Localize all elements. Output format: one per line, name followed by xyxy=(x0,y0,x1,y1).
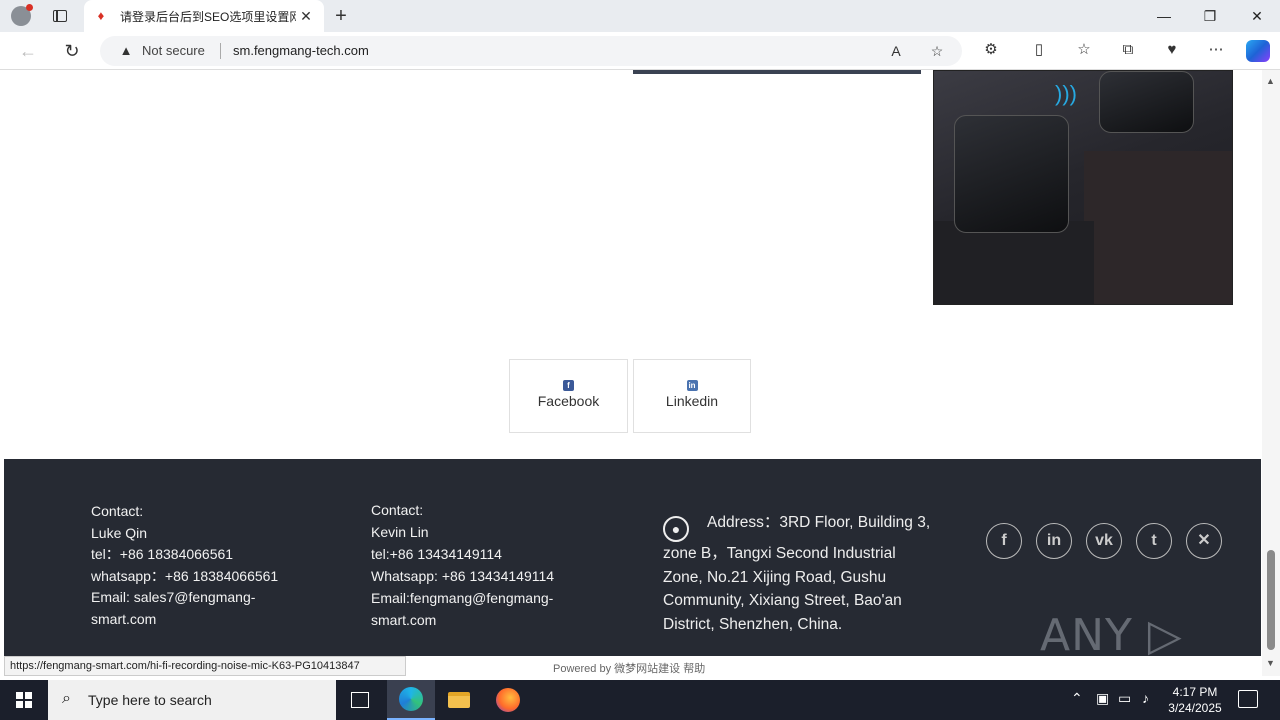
contact-email[interactable]: Email:fengmang@fengmang- xyxy=(371,587,554,609)
powered-link[interactable]: 微梦网站建设 xyxy=(614,663,680,675)
scroll-down-icon[interactable]: ▼ xyxy=(1266,658,1275,668)
firefox-taskbar-button[interactable] xyxy=(484,680,532,720)
restore-button[interactable]: ❐ xyxy=(1187,0,1233,32)
collections-icon[interactable]: ⧉ xyxy=(1117,39,1139,61)
extensions-icon[interactable]: ⚙ xyxy=(980,39,1002,61)
warning-icon[interactable]: ▲ xyxy=(118,43,134,58)
minimize-button[interactable]: — xyxy=(1141,0,1187,32)
network-icon[interactable]: ▭ xyxy=(1118,690,1131,707)
favorites-icon[interactable]: ☆ xyxy=(1073,39,1095,61)
windows-icon xyxy=(16,692,32,708)
product-image[interactable]: ))) xyxy=(933,70,1233,305)
chevron-up-icon[interactable]: ⌃ xyxy=(1071,690,1083,707)
split-screen-icon[interactable]: ▯ xyxy=(1028,39,1050,61)
image-bottom-edge xyxy=(633,70,921,74)
profile-icon[interactable] xyxy=(8,4,34,28)
page-viewport: ))) f Facebook in Linkedin Contact: Luke… xyxy=(0,70,1262,656)
vk-icon[interactable]: vk xyxy=(1086,523,1122,559)
address-block: ● Address：3RD Floor, Building 3, zone B，T… xyxy=(663,511,933,636)
divider xyxy=(220,43,221,59)
contact-whatsapp: whatsapp：+86 18384066561 xyxy=(91,567,279,584)
favicon-icon: ♦ xyxy=(97,8,105,23)
anyrun-watermark: ANY ▷ RUN xyxy=(1040,610,1183,656)
wifi-icon: ))) xyxy=(1055,81,1077,106)
browser-tab[interactable]: ♦ 请登录后台后到SEO选项里设置网 ✕ xyxy=(84,0,324,32)
not-secure-label[interactable]: Not secure xyxy=(142,43,205,58)
url-text[interactable]: sm.fengmang-tech.com xyxy=(233,43,369,58)
linkedin-icon[interactable]: in xyxy=(1036,523,1072,559)
back-button[interactable]: ← xyxy=(14,38,42,64)
refresh-button[interactable]: ↻ xyxy=(58,38,86,64)
linkedin-icon: in xyxy=(686,380,698,391)
tab-bar: ♦ 请登录后台后到SEO选项里设置网 ✕ + — ❐ ✕ xyxy=(0,0,1280,32)
contact-name: Luke Qin xyxy=(91,524,148,541)
edge-taskbar-button[interactable] xyxy=(387,680,435,720)
task-view-icon xyxy=(351,692,369,708)
task-view-button[interactable] xyxy=(336,680,384,720)
linkedin-share-button[interactable]: in Linkedin xyxy=(633,359,751,433)
contact-label: Contact: xyxy=(371,502,424,518)
firefox-icon xyxy=(496,688,520,712)
address-bar-row: ← ↻ ▲ Not secure sm.fengmang-tech.com A … xyxy=(0,32,1280,70)
contact-tel: tel：+86 18384066561 xyxy=(91,546,234,562)
notification-icon[interactable] xyxy=(1238,690,1258,708)
search-icon: ⌕ xyxy=(62,690,71,707)
read-aloud-icon[interactable]: A xyxy=(886,41,906,61)
volume-icon[interactable]: ♪ xyxy=(1142,690,1149,706)
contact-email-cont[interactable]: smart.com xyxy=(371,609,554,631)
contact-tel: tel:+86 13434149114 xyxy=(371,546,502,562)
scroll-up-icon[interactable]: ▲ xyxy=(1266,76,1275,86)
address-text: Address：3RD Floor, Building 3, zone B，Ta… xyxy=(663,514,931,633)
facebook-share-button[interactable]: f Facebook xyxy=(509,359,628,433)
site-footer: Contact: Luke Qin tel：+86 18384066561 wh… xyxy=(4,459,1261,656)
close-tab-icon[interactable]: ✕ xyxy=(298,8,314,24)
copilot-icon[interactable] xyxy=(1246,40,1270,62)
more-menu-icon[interactable]: ⋯ xyxy=(1205,39,1227,61)
facebook-icon: f xyxy=(563,380,574,391)
x-icon[interactable]: ✕ xyxy=(1186,523,1222,559)
clock-date: 3/24/2025 xyxy=(1168,701,1222,715)
contact-block-2: Contact: Kevin Lin tel:+86 13434149114 W… xyxy=(371,499,554,631)
tab-actions-icon[interactable] xyxy=(48,6,72,26)
folder-icon xyxy=(448,692,470,708)
contact-email[interactable]: Email: sales7@fengmang- xyxy=(91,587,278,609)
close-window-button[interactable]: ✕ xyxy=(1234,0,1280,32)
taskbar-search[interactable]: ⌕ Type here to search xyxy=(48,680,336,720)
linkedin-label: Linkedin xyxy=(665,393,719,409)
link-status-bar: https://fengmang-smart.com/hi-fi-recordi… xyxy=(4,656,406,676)
start-button[interactable] xyxy=(0,680,48,720)
tumblr-icon[interactable]: t xyxy=(1136,523,1172,559)
omnibox[interactable]: ▲ Not secure sm.fengmang-tech.com A ☆ xyxy=(100,36,962,66)
taskbar: ⌕ Type here to search ⌃ ▣ ▭ ♪ 4:17 PM 3/… xyxy=(0,680,1280,720)
device-icon[interactable]: ▣ xyxy=(1096,690,1109,707)
location-pin-icon: ● xyxy=(663,516,689,542)
explorer-taskbar-button[interactable] xyxy=(435,680,483,720)
edge-icon xyxy=(399,687,423,711)
scroll-thumb[interactable] xyxy=(1267,550,1275,650)
favorite-star-icon[interactable]: ☆ xyxy=(927,41,947,61)
taskbar-clock[interactable]: 4:17 PM 3/24/2025 xyxy=(1160,684,1230,716)
powered-by: Powered by 微梦网站建设 帮助 xyxy=(553,660,705,676)
contact-label: Contact: xyxy=(91,503,144,519)
facebook-icon[interactable]: f xyxy=(986,523,1022,559)
contact-block-1: Contact: Luke Qin tel：+86 18384066561 wh… xyxy=(91,501,278,630)
contact-name: Kevin Lin xyxy=(371,524,429,540)
clock-time: 4:17 PM xyxy=(1172,685,1218,699)
page-bottom-strip xyxy=(406,656,1262,676)
powered-prefix: Powered by xyxy=(553,663,612,675)
tab-title: 请登录后台后到SEO选项里设置网 xyxy=(120,9,296,24)
help-link[interactable]: 帮助 xyxy=(683,663,705,675)
performance-icon[interactable]: ♥ xyxy=(1161,39,1183,61)
contact-whatsapp: Whatsapp: +86 13434149114 xyxy=(371,568,555,584)
search-placeholder: Type here to search xyxy=(88,692,212,708)
contact-email-cont[interactable]: smart.com xyxy=(91,609,278,631)
facebook-label: Facebook xyxy=(537,393,600,409)
page-scrollbar[interactable]: ▲ ▼ xyxy=(1262,70,1280,676)
new-tab-button[interactable]: + xyxy=(330,5,352,27)
